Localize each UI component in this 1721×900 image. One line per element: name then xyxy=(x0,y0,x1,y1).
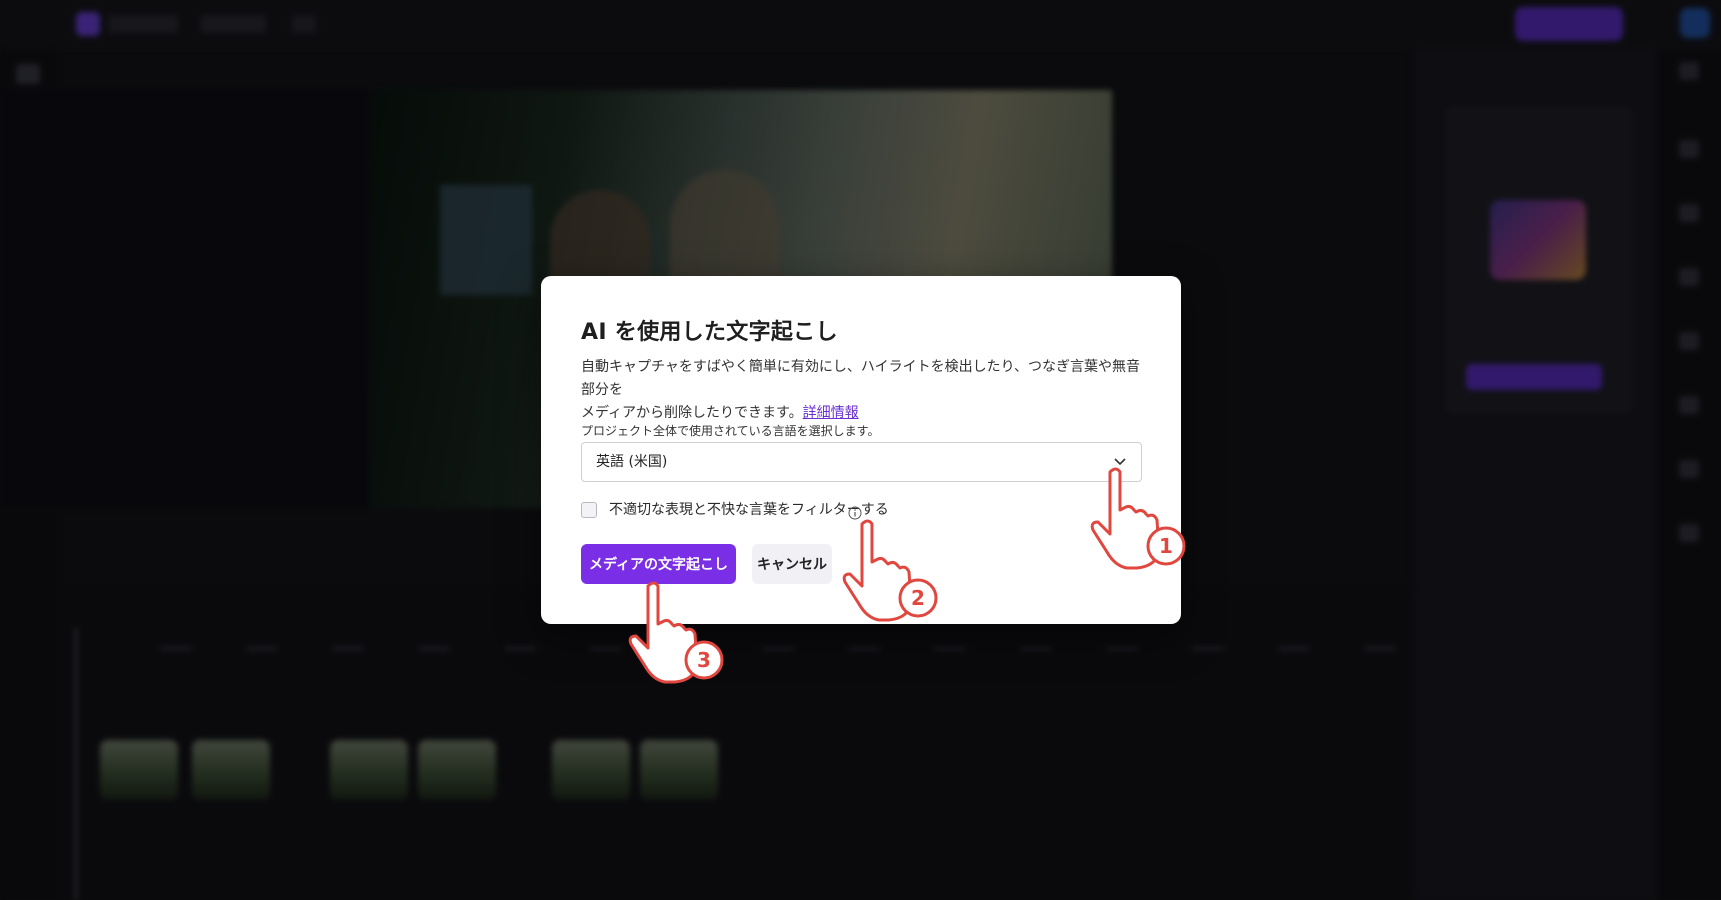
language-selected-value: 英語 (米国) xyxy=(596,454,668,470)
callout-number-2: 2 xyxy=(911,586,925,610)
language-select[interactable]: 英語 (米国) xyxy=(581,442,1142,482)
callout-number-3: 3 xyxy=(697,648,711,672)
description-text: メディアから削除したりできます。 xyxy=(581,405,803,421)
callout-number-1: 1 xyxy=(1159,534,1173,558)
filter-checkbox[interactable] xyxy=(581,502,597,518)
dialog-title: AI を使用した文字起こし xyxy=(581,320,838,345)
description-text: 自動キャプチャをすばやく簡単に有効にし、ハイライトを検出したり、つなぎ言葉や無音… xyxy=(581,359,1141,398)
learn-more-link[interactable]: 詳細情報 xyxy=(803,405,859,421)
cancel-button[interactable]: キャンセル xyxy=(752,544,832,584)
language-label: プロジェクト全体で使用されている言語を選択します。 xyxy=(581,424,880,438)
dialog-description: 自動キャプチャをすばやく簡単に有効にし、ハイライトを検出したり、つなぎ言葉や無音… xyxy=(581,356,1149,425)
